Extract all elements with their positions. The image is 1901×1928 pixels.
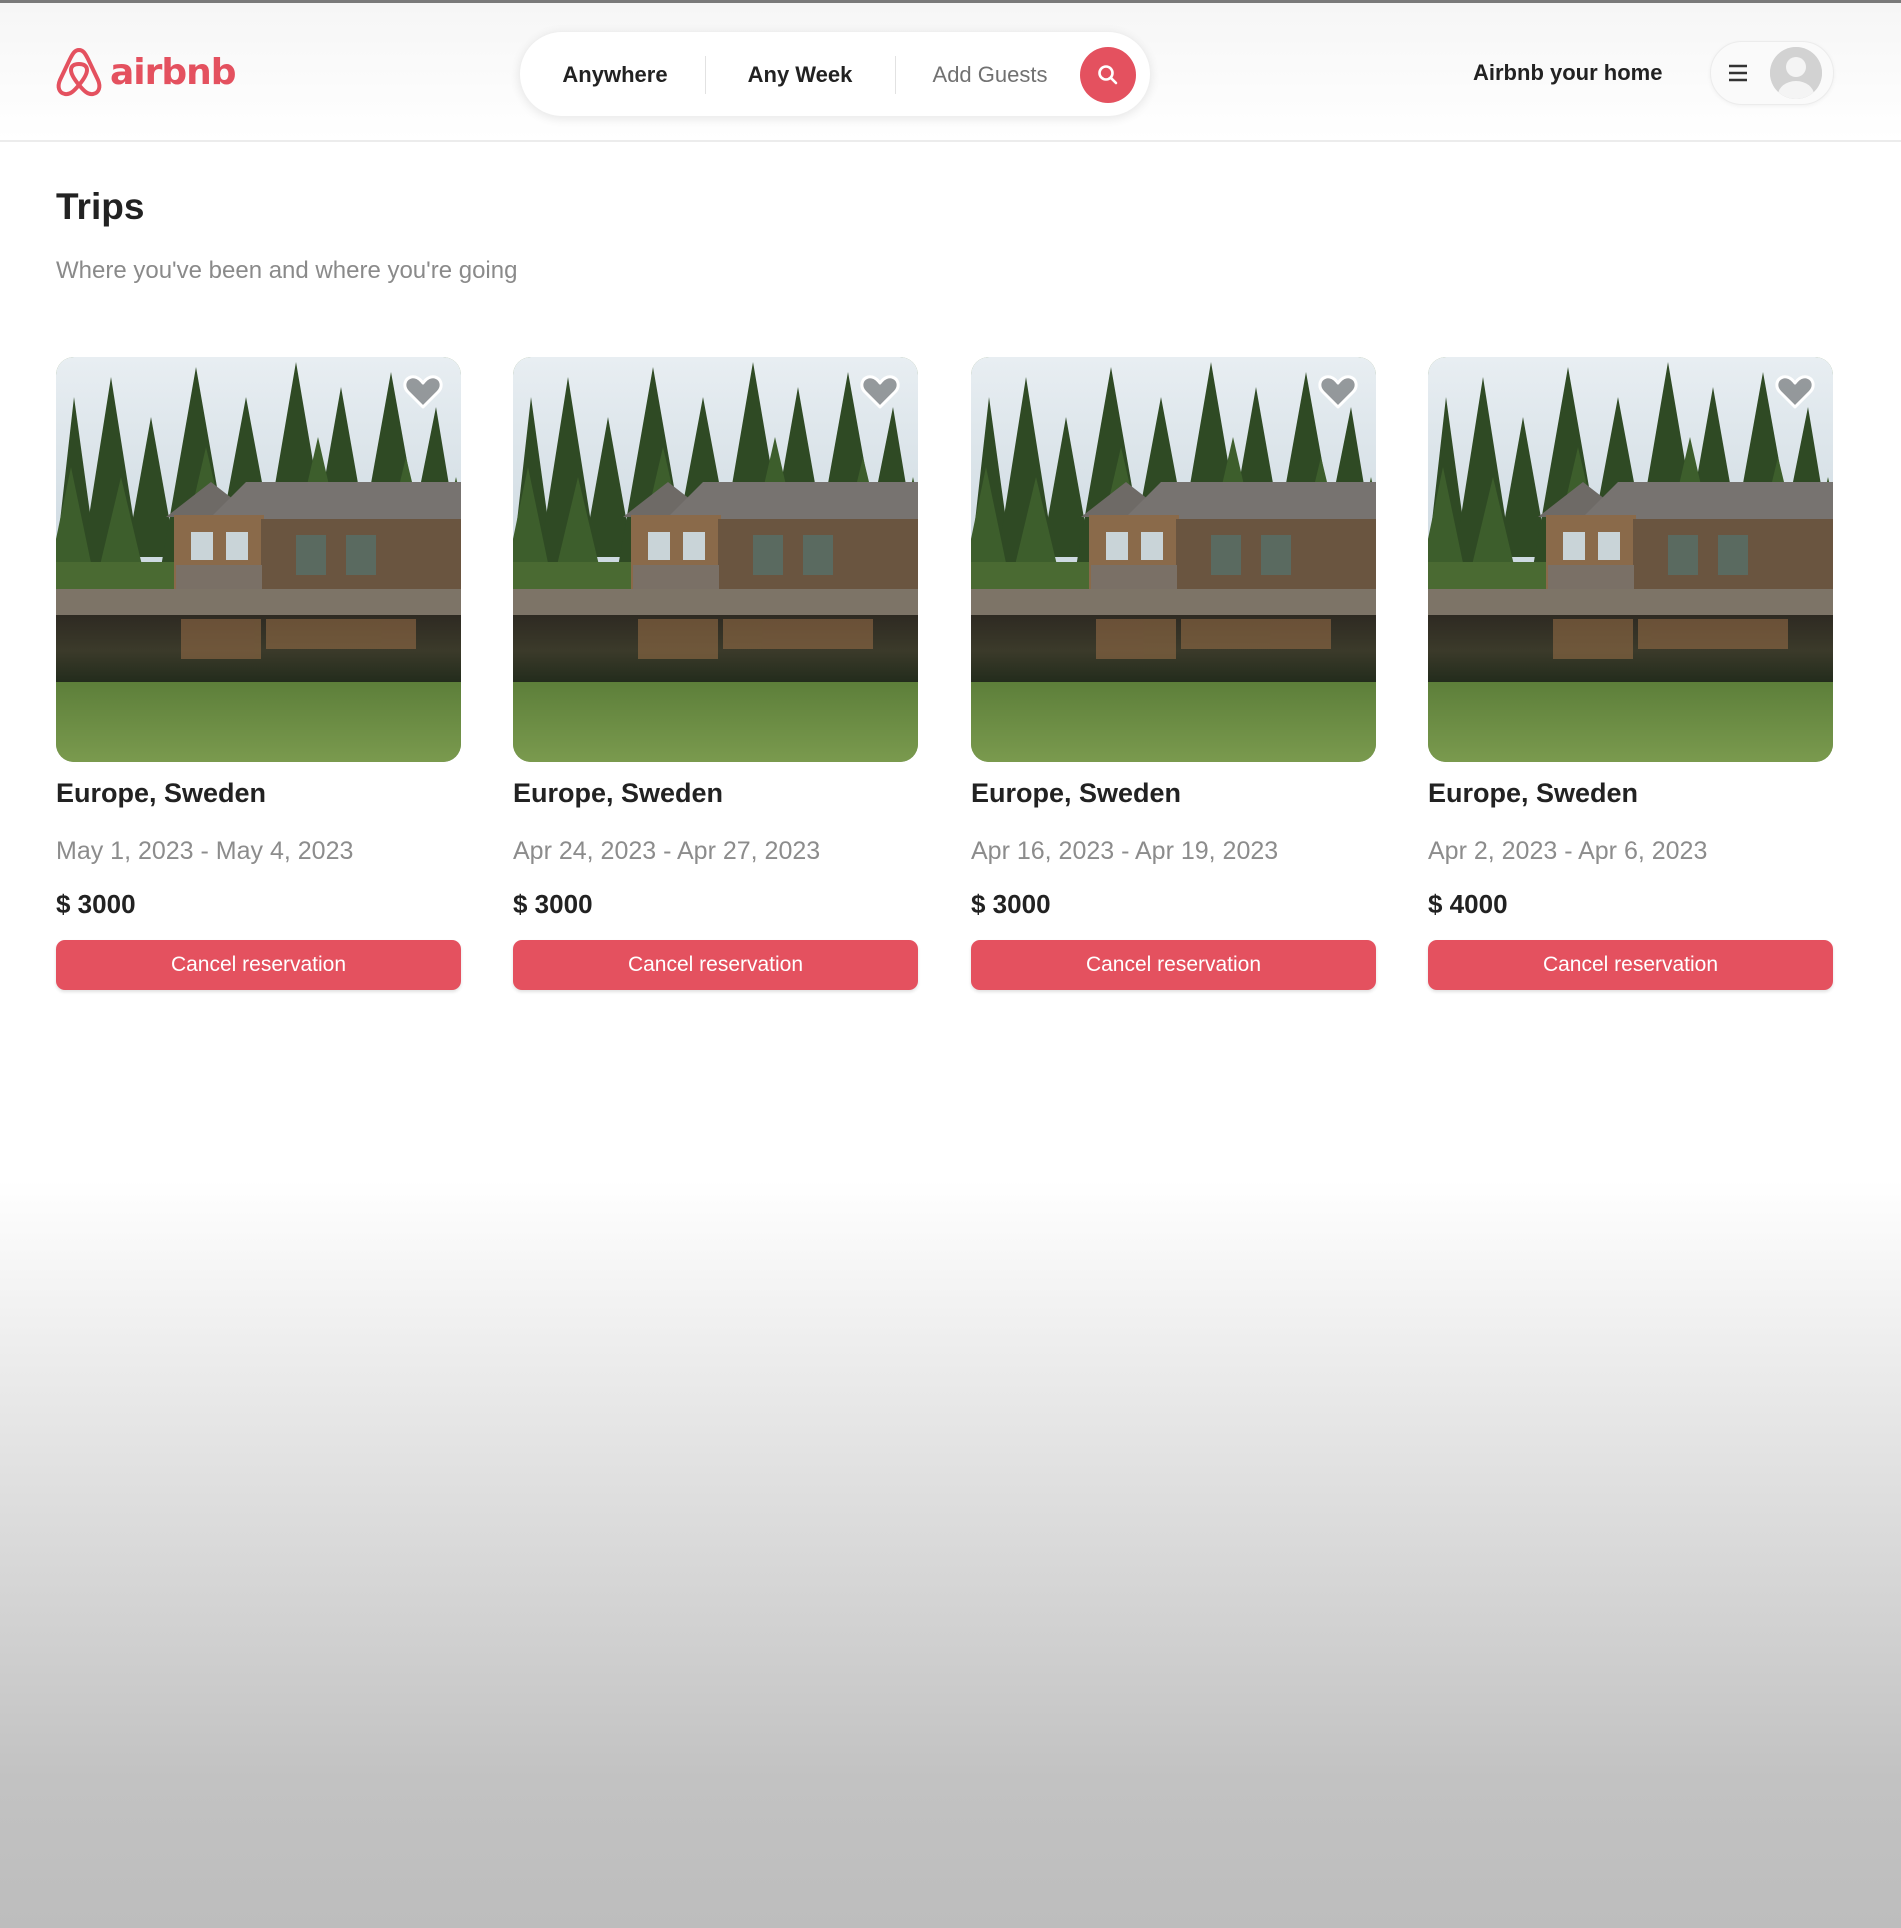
cancel-reservation-button[interactable]: Cancel reservation bbox=[56, 940, 461, 990]
page-title: Trips bbox=[56, 186, 145, 227]
airbnb-logo[interactable]: airbnb bbox=[54, 44, 237, 100]
trip-price: $ 4000 bbox=[1428, 889, 1508, 919]
trip-card[interactable]: Europe, Sweden Apr 2, 2023 - Apr 6, 2023… bbox=[1428, 357, 1833, 997]
listing-photo[interactable] bbox=[1428, 357, 1833, 762]
week-filter[interactable]: Any Week bbox=[720, 32, 880, 118]
trip-dates: Apr 16, 2023 - Apr 19, 2023 bbox=[971, 837, 1279, 865]
favorite-heart-icon[interactable] bbox=[1318, 373, 1358, 411]
location-filter[interactable]: Anywhere bbox=[540, 32, 690, 118]
search-icon bbox=[1098, 65, 1118, 85]
page-subtitle: Where you've been and where you're going bbox=[56, 257, 518, 284]
trip-dates: May 1, 2023 - May 4, 2023 bbox=[56, 837, 354, 865]
trip-location: Europe, Sweden bbox=[971, 778, 1182, 808]
trip-price: $ 3000 bbox=[513, 889, 593, 919]
trip-location: Europe, Sweden bbox=[56, 778, 267, 808]
cabin-lake-photo bbox=[971, 357, 1376, 762]
trip-price: $ 3000 bbox=[971, 889, 1051, 919]
trip-location: Europe, Sweden bbox=[1428, 778, 1639, 808]
search-divider bbox=[705, 56, 706, 94]
favorite-heart-icon[interactable] bbox=[860, 373, 900, 411]
favorite-heart-icon[interactable] bbox=[403, 373, 443, 411]
cancel-reservation-button[interactable]: Cancel reservation bbox=[971, 940, 1376, 990]
guests-filter[interactable]: Add Guests bbox=[910, 32, 1070, 118]
trip-location: Europe, Sweden bbox=[513, 778, 724, 808]
search-button[interactable] bbox=[1080, 47, 1136, 103]
airbnb-logo-icon bbox=[56, 48, 102, 97]
user-menu-button[interactable] bbox=[1710, 41, 1834, 105]
search-divider bbox=[895, 56, 896, 94]
trip-dates: Apr 24, 2023 - Apr 27, 2023 bbox=[513, 837, 821, 865]
trip-card[interactable]: Europe, Sweden May 1, 2023 - May 4, 2023… bbox=[56, 357, 461, 997]
listing-photo[interactable] bbox=[513, 357, 918, 762]
trip-price: $ 3000 bbox=[56, 889, 136, 919]
trip-dates: Apr 2, 2023 - Apr 6, 2023 bbox=[1428, 837, 1708, 865]
cabin-lake-photo bbox=[513, 357, 918, 762]
user-avatar-icon bbox=[1770, 47, 1822, 99]
listing-photo[interactable] bbox=[971, 357, 1376, 762]
trip-card[interactable]: Europe, Sweden Apr 16, 2023 - Apr 19, 20… bbox=[971, 357, 1376, 997]
brand-name: airbnb bbox=[110, 51, 237, 93]
cabin-lake-photo bbox=[1428, 357, 1833, 762]
trip-card[interactable]: Europe, Sweden Apr 24, 2023 - Apr 27, 20… bbox=[513, 357, 918, 997]
cancel-reservation-button[interactable]: Cancel reservation bbox=[513, 940, 918, 990]
cancel-reservation-button[interactable]: Cancel reservation bbox=[1428, 940, 1833, 990]
hamburger-menu-icon bbox=[1729, 64, 1747, 82]
host-your-home-link[interactable]: Airbnb your home bbox=[1473, 53, 1662, 93]
top-navbar: airbnb Anywhere Any Week Add Guests Airb… bbox=[0, 3, 1901, 142]
cabin-lake-photo bbox=[56, 357, 461, 762]
listing-photo[interactable] bbox=[56, 357, 461, 762]
search-bar[interactable]: Anywhere Any Week Add Guests bbox=[519, 31, 1151, 117]
favorite-heart-icon[interactable] bbox=[1775, 373, 1815, 411]
